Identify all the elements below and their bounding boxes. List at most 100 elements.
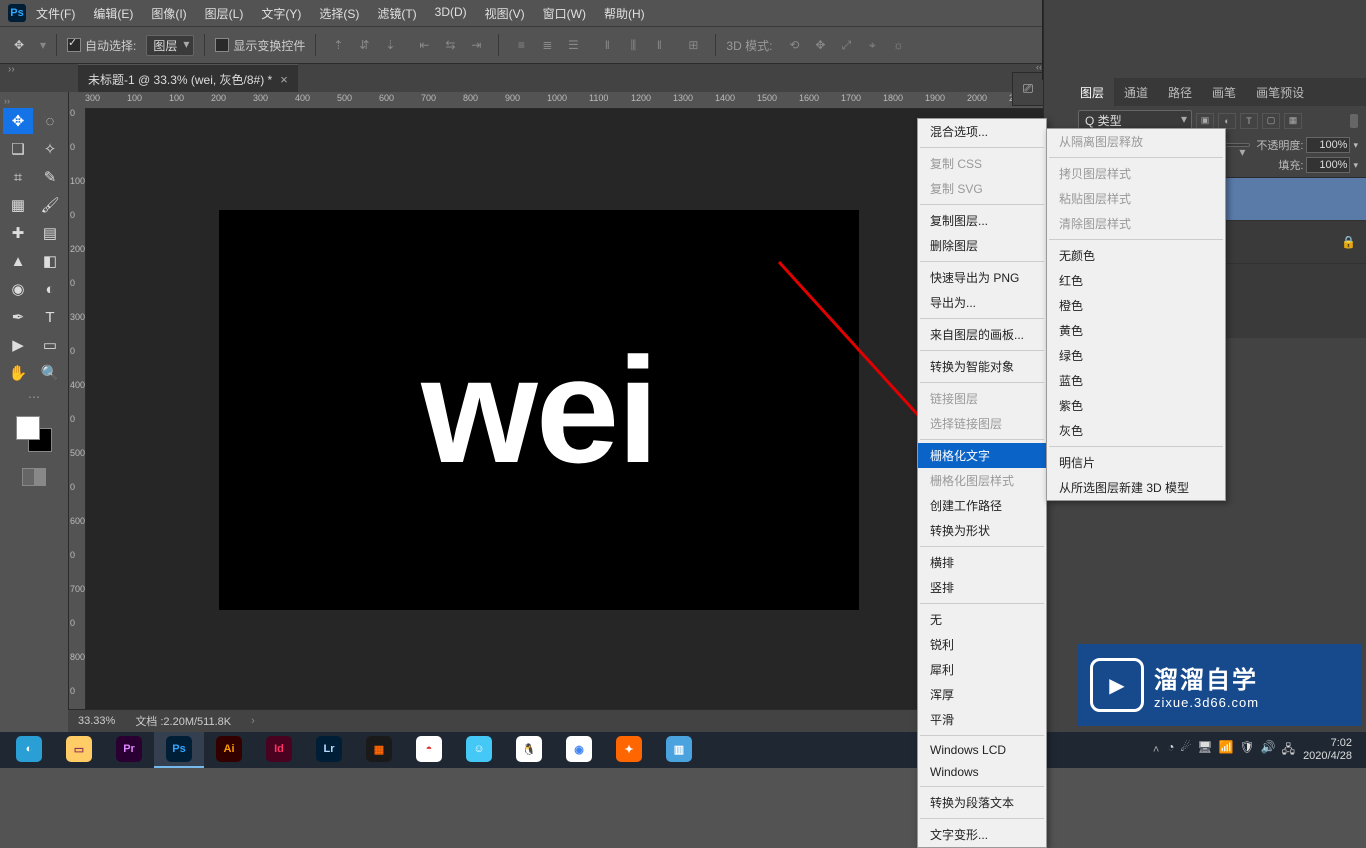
menu-item[interactable]: 黄色	[1047, 318, 1225, 343]
close-tab-icon[interactable]: ×	[280, 72, 288, 87]
foreground-swatch[interactable]	[16, 416, 40, 440]
menu-item[interactable]: 转换为形状	[918, 518, 1046, 543]
dist-top-icon[interactable]: ≡	[509, 33, 533, 57]
menu-3D(D)[interactable]: 3D(D)	[435, 5, 467, 22]
dolly-3d-icon[interactable]: ⤢	[834, 33, 858, 57]
hand-tool[interactable]: ✋	[3, 360, 33, 386]
menu-item[interactable]: 导出为...	[918, 290, 1046, 315]
clone-tool[interactable]: ▲	[3, 248, 33, 274]
brush-tool[interactable]: 🖌	[35, 192, 65, 218]
taskbar-app[interactable]: Id	[254, 732, 304, 768]
taskbar-app[interactable]: ▥	[654, 732, 704, 768]
menu-item[interactable]: 蓝色	[1047, 368, 1225, 393]
opacity-input[interactable]	[1306, 137, 1350, 153]
menu-item[interactable]: Windows	[918, 761, 1046, 783]
align-left-icon[interactable]: ⇤	[412, 33, 436, 57]
filter-pixel-icon[interactable]: ▣	[1196, 113, 1214, 129]
taskbar-clock[interactable]: 7:022020/4/28	[1303, 737, 1352, 763]
menu-item[interactable]: 创建工作路径	[918, 493, 1046, 518]
menu-滤镜(T)[interactable]: 滤镜(T)	[377, 5, 416, 22]
crop-tool[interactable]: ⌗	[3, 164, 33, 190]
taskbar-app[interactable]: Lr	[304, 732, 354, 768]
document-tab[interactable]: 未标题-1 @ 33.3% (wei, 灰色/8#) * ×	[78, 64, 298, 94]
menu-item[interactable]: 栅格化文字	[918, 443, 1046, 468]
taskbar-app[interactable]: ▭	[54, 732, 104, 768]
zoom-tool[interactable]: 🔍	[35, 360, 65, 386]
document-canvas[interactable]: wei	[219, 210, 859, 610]
align-top-icon[interactable]: ⇡	[326, 33, 350, 57]
quick-mask-toggle[interactable]	[22, 468, 46, 486]
pen-tool[interactable]: ✒	[3, 304, 33, 330]
tray-icon[interactable]: 🖥	[1197, 740, 1212, 761]
menu-item[interactable]: 紫色	[1047, 393, 1225, 418]
dist-left-icon[interactable]: ‖	[595, 33, 619, 57]
dist-right-icon[interactable]: ‖	[647, 33, 671, 57]
dodge-tool[interactable]: ◐	[35, 276, 65, 302]
camera-3d-icon[interactable]: ⌖	[860, 33, 884, 57]
ruler-origin[interactable]	[69, 92, 86, 109]
dist-hcenter-icon[interactable]: ⫼	[621, 33, 645, 57]
tray-icon[interactable]: ☄	[1181, 740, 1192, 761]
dist-extra-icon[interactable]: ⊞	[681, 33, 705, 57]
brushes-tab[interactable]: 画笔	[1202, 78, 1246, 107]
taskbar-app[interactable]: Ps	[154, 732, 204, 768]
menu-item[interactable]: 竖排	[918, 575, 1046, 600]
menu-item[interactable]: 犀利	[918, 657, 1046, 682]
character-panel-icon[interactable]: ⎚	[1018, 79, 1038, 99]
tray-volume-icon[interactable]: 🔊	[1261, 740, 1276, 761]
menu-帮助(H)[interactable]: 帮助(H)	[604, 5, 645, 22]
filter-shape-icon[interactable]: ▢	[1262, 113, 1280, 129]
menu-item[interactable]: 混合选项...	[918, 119, 1046, 144]
auto-select-target[interactable]: 图层	[146, 35, 194, 56]
magic-wand-tool[interactable]: ✧	[35, 136, 65, 162]
type-tool[interactable]: T	[35, 304, 65, 330]
dist-bottom-icon[interactable]: ☰	[561, 33, 585, 57]
menu-选择(S)[interactable]: 选择(S)	[319, 5, 359, 22]
menu-文字(Y)[interactable]: 文字(Y)	[261, 5, 301, 22]
menu-item[interactable]: 无	[918, 607, 1046, 632]
menu-item[interactable]: 红色	[1047, 268, 1225, 293]
menu-item[interactable]: 无颜色	[1047, 243, 1225, 268]
menu-item[interactable]: 明信片	[1047, 450, 1225, 475]
lasso-tool[interactable]: ❑	[3, 136, 33, 162]
taskbar-app[interactable]: ◓	[404, 732, 454, 768]
zoom-level[interactable]: 33.33%	[78, 715, 115, 727]
menu-item[interactable]: 转换为智能对象	[918, 354, 1046, 379]
menu-文件(F)[interactable]: 文件(F)	[36, 5, 75, 22]
move-tool[interactable]: ✥	[3, 108, 33, 134]
light-3d-icon[interactable]: ☼	[886, 33, 910, 57]
tray-network-icon[interactable]: 🖧	[1282, 740, 1295, 761]
align-bottom-icon[interactable]: ⇣	[378, 33, 402, 57]
channels-tab[interactable]: 通道	[1114, 78, 1158, 107]
gradient-tool[interactable]: ▤	[35, 220, 65, 246]
brush-presets-tab[interactable]: 画笔预设	[1246, 78, 1314, 107]
filter-type-icon[interactable]: T	[1240, 113, 1258, 129]
taskbar-app[interactable]: 🐧	[504, 732, 554, 768]
healing-tool[interactable]: ✚	[3, 220, 33, 246]
blur-tool[interactable]: ◉	[3, 276, 33, 302]
taskbar-app[interactable]: ☺	[454, 732, 504, 768]
dist-vcenter-icon[interactable]: ≣	[535, 33, 559, 57]
eyedropper-tool[interactable]: ✎	[35, 164, 65, 190]
menu-图层(L)[interactable]: 图层(L)	[205, 5, 244, 22]
menu-item[interactable]: 橙色	[1047, 293, 1225, 318]
frame-tool[interactable]: ▦	[3, 192, 33, 218]
vertical-ruler[interactable]: 0010002000300040005000600070008000	[69, 108, 86, 732]
menu-item[interactable]: 横排	[918, 550, 1046, 575]
menu-item[interactable]: 复制图层...	[918, 208, 1046, 233]
marquee-tool[interactable]: ◌	[35, 108, 65, 134]
menu-编辑(E)[interactable]: 编辑(E)	[93, 5, 133, 22]
filter-toggle[interactable]	[1350, 114, 1358, 128]
menu-item[interactable]: 锐利	[918, 632, 1046, 657]
menu-item[interactable]: 平滑	[918, 707, 1046, 732]
tray-icon[interactable]: ◔	[1167, 740, 1174, 761]
taskbar-app[interactable]: Ai	[204, 732, 254, 768]
path-select-tool[interactable]: ▶	[3, 332, 33, 358]
taskbar-app[interactable]: Pr	[104, 732, 154, 768]
taskbar-app[interactable]: ✦	[604, 732, 654, 768]
orbit-3d-icon[interactable]: ⟲	[782, 33, 806, 57]
pan-3d-icon[interactable]: ✥	[808, 33, 832, 57]
layers-tab[interactable]: 图层	[1070, 78, 1114, 107]
move-tool-icon[interactable]: ✥	[8, 34, 30, 56]
show-transform-checkbox[interactable]: 显示变换控件	[215, 37, 305, 54]
